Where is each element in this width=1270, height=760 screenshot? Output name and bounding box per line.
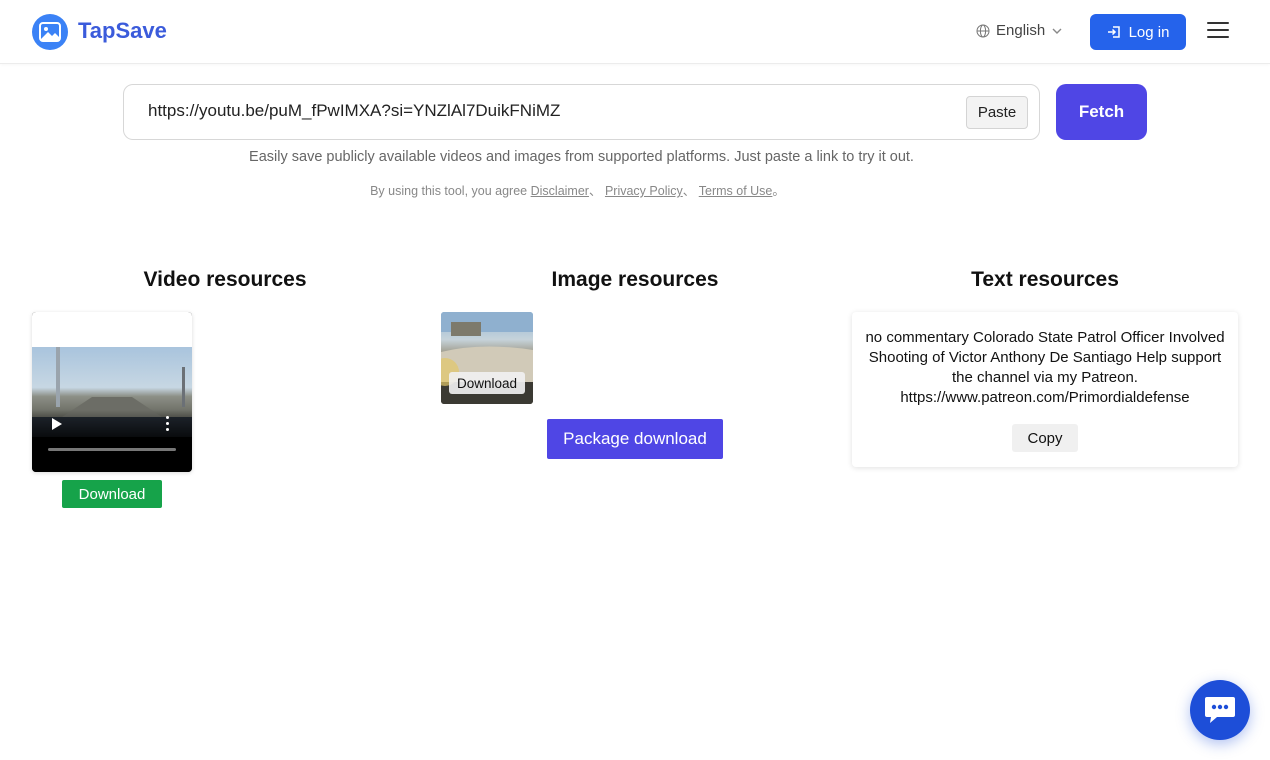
terms-prefix: By using this tool, you agree [370, 184, 528, 198]
brand-logo-icon[interactable] [32, 14, 68, 50]
disclaimer-link[interactable]: Disclaimer [531, 184, 589, 198]
more-options-icon[interactable] [166, 416, 170, 432]
terms-notice: By using this tool, you agree Disclaimer… [0, 180, 1155, 199]
video-download-button[interactable]: Download [62, 480, 162, 508]
globe-icon [976, 24, 990, 37]
chevron-down-icon [1052, 28, 1062, 34]
terms-end: 。 [772, 184, 785, 198]
top-header: TapSave English Log in [0, 0, 1270, 64]
language-label: English [996, 22, 1046, 39]
package-download-button[interactable]: Package download [547, 419, 723, 459]
tagline-text: Easily save publicly available videos an… [249, 149, 914, 165]
fetch-button[interactable]: Fetch [1056, 84, 1147, 140]
terms-separator: 、 [588, 184, 602, 198]
login-button[interactable]: Log in [1090, 14, 1186, 50]
video-progress-bar[interactable] [48, 448, 176, 451]
url-search-box: Paste [123, 84, 1040, 140]
language-selector[interactable]: English [976, 22, 1063, 39]
chat-support-button[interactable] [1190, 680, 1250, 740]
login-icon [1107, 26, 1120, 38]
paste-button[interactable]: Paste [966, 96, 1028, 129]
video-player[interactable] [32, 312, 192, 472]
video-resources-title: Video resources [143, 268, 307, 291]
play-icon[interactable] [52, 418, 62, 430]
chat-bubble-icon [1205, 697, 1235, 723]
terms-separator: 、 [682, 184, 696, 198]
text-resource-card: no commentary Colorado State Patrol Offi… [852, 312, 1238, 467]
hamburger-menu-icon[interactable] [1207, 22, 1229, 42]
terms-of-use-link[interactable]: Terms of Use [699, 184, 773, 198]
text-resource-content: no commentary Colorado State Patrol Offi… [865, 329, 1225, 406]
image-thumbnail[interactable]: Download [441, 312, 533, 404]
image-download-button[interactable]: Download [449, 372, 525, 394]
copy-button[interactable]: Copy [1012, 424, 1078, 452]
login-label: Log in [1128, 23, 1170, 41]
brand-name[interactable]: TapSave [78, 18, 167, 44]
url-input[interactable] [148, 101, 948, 121]
privacy-policy-link[interactable]: Privacy Policy [605, 184, 683, 198]
image-resources-title: Image resources [551, 268, 719, 291]
video-top-bar [32, 312, 192, 347]
text-resources-title: Text resources [971, 268, 1119, 291]
